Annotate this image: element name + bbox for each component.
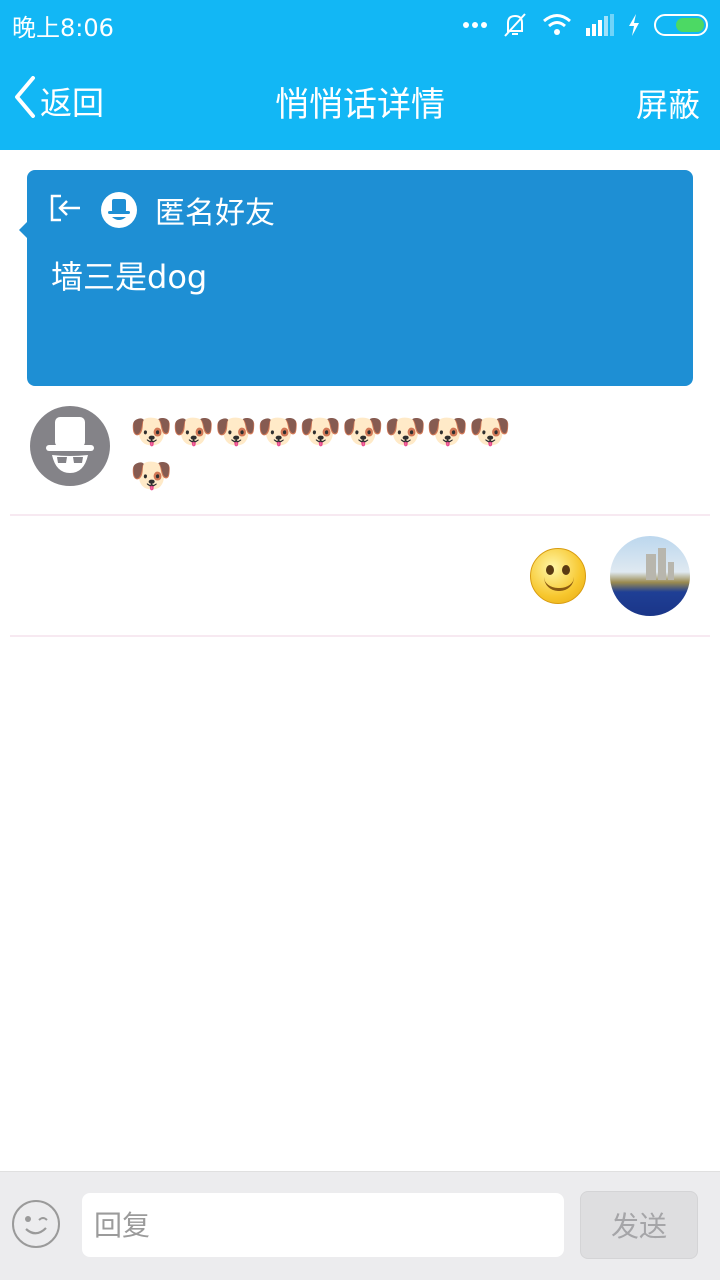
signal-icon: [586, 14, 614, 36]
anonymous-hat-icon: [46, 417, 94, 473]
battery-icon: [654, 14, 708, 36]
smiley-icon: [530, 548, 586, 604]
charging-icon: [628, 14, 640, 36]
nav-bar: 返回 悄悄话详情 屏蔽: [0, 50, 720, 150]
anonymous-avatar-icon: [101, 192, 137, 228]
whisper-message-card: 匿名好友 墙三是dog: [19, 170, 693, 386]
block-button[interactable]: 屏蔽: [636, 80, 700, 126]
divider: [10, 635, 710, 637]
more-dots-icon: [462, 21, 488, 29]
sender-name: 匿名好友: [155, 196, 275, 231]
avatar[interactable]: [30, 406, 110, 486]
reply-emoji-text: 🐶: [130, 456, 173, 496]
reply-item: [0, 516, 720, 637]
reply-input-bar: 发送: [0, 1171, 720, 1280]
battery-level: [676, 18, 704, 32]
wifi-icon: [542, 13, 572, 37]
message-text: 墙三是dog: [51, 258, 208, 296]
bell-muted-icon: [502, 12, 528, 38]
status-icons: [462, 12, 708, 38]
status-time: 晚上8:06: [12, 13, 114, 42]
status-bar: 晚上8:06: [0, 0, 720, 50]
reply-item: 🐶🐶🐶🐶🐶🐶🐶🐶🐶 🐶: [0, 400, 720, 516]
emoji-button[interactable]: [12, 1200, 60, 1248]
card-header: 匿名好友: [49, 190, 275, 231]
page-title: 悄悄话详情: [275, 85, 445, 125]
wink-face-icon: [25, 1216, 48, 1235]
reply-emoji-text: 🐶🐶🐶🐶🐶🐶🐶🐶🐶: [130, 412, 512, 452]
exit-arrow-icon[interactable]: [49, 192, 83, 228]
reply-input[interactable]: [82, 1193, 564, 1257]
send-button[interactable]: 发送: [580, 1191, 698, 1259]
avatar[interactable]: [610, 536, 690, 616]
